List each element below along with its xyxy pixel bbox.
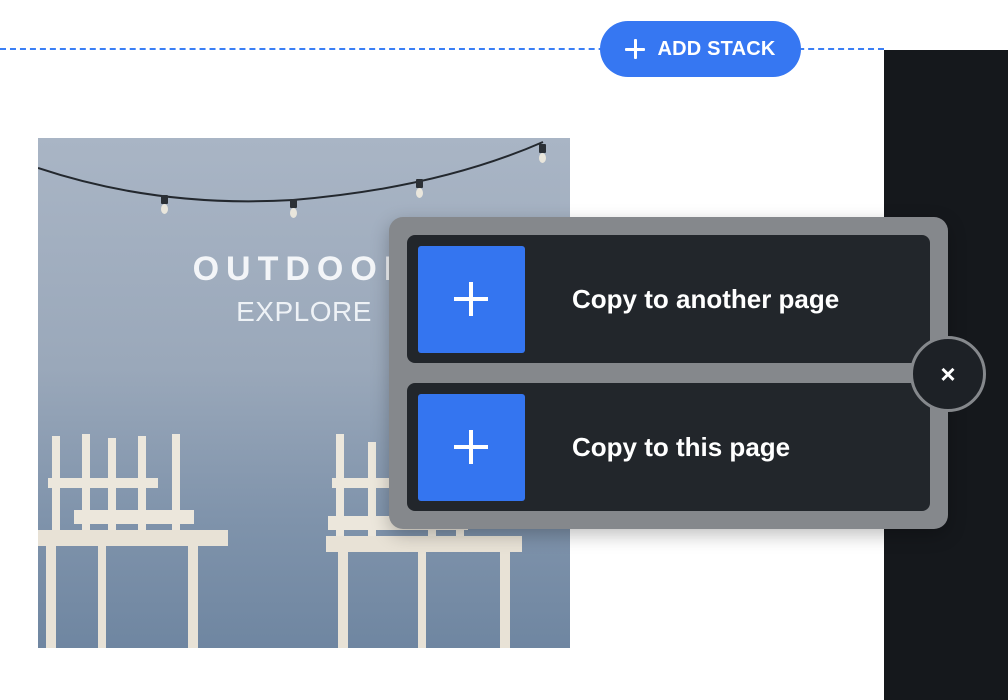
add-stack-label: ADD STACK: [657, 37, 776, 60]
plus-icon: [625, 39, 646, 59]
add-stack-button[interactable]: ADD STACK: [600, 21, 801, 77]
option-label: Copy to this page: [572, 431, 791, 462]
option-label: Copy to another page: [572, 283, 840, 314]
copy-stack-menu: Copy to another page Copy to this page: [389, 217, 948, 529]
copy-to-this-page-option[interactable]: Copy to this page: [407, 383, 930, 511]
plus-icon: [418, 246, 525, 353]
copy-to-another-page-option[interactable]: Copy to another page: [407, 235, 930, 363]
close-icon[interactable]: ×: [910, 336, 986, 412]
plus-icon: [418, 394, 525, 501]
